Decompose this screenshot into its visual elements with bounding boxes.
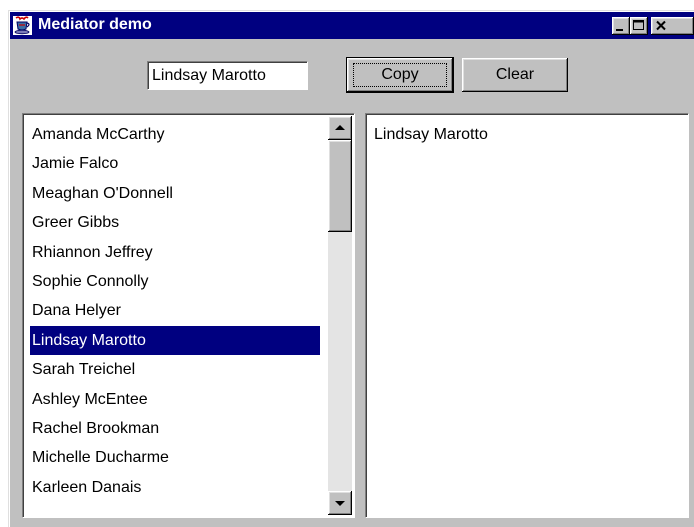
copy-button-label: Copy bbox=[381, 66, 419, 83]
scroll-thumb[interactable] bbox=[328, 140, 352, 232]
list-item[interactable]: Sarah Treichel bbox=[30, 355, 320, 384]
arrow-down-icon bbox=[335, 501, 345, 506]
maximize-button[interactable] bbox=[630, 17, 648, 35]
scroll-down-button[interactable] bbox=[328, 491, 352, 515]
list-item[interactable]: Sophie Connolly bbox=[30, 267, 320, 296]
list-item[interactable]: Michelle Ducharme bbox=[30, 443, 320, 472]
name-list-items: Amanda McCarthy Jamie Falco Meaghan O'Donn… bbox=[30, 120, 320, 502]
clear-button[interactable]: Clear bbox=[462, 58, 568, 92]
clear-button-label: Clear bbox=[495, 66, 535, 83]
close-button[interactable] bbox=[651, 17, 694, 35]
minimize-icon bbox=[616, 29, 623, 31]
name-list[interactable]: Amanda McCarthy Jamie Falco Meaghan O'Donn… bbox=[22, 113, 355, 518]
scroll-up-button[interactable] bbox=[328, 116, 352, 140]
minimize-button[interactable] bbox=[612, 17, 630, 35]
list-item[interactable]: Rachel Brookman bbox=[30, 414, 320, 443]
name-text-field[interactable]: Lindsay Marotto bbox=[147, 61, 308, 90]
list-item[interactable]: Jamie Falco bbox=[30, 149, 320, 178]
list-item[interactable]: Lindsay Marotto bbox=[30, 325, 320, 356]
name-list-scrollbar[interactable] bbox=[328, 116, 352, 515]
list-item[interactable]: Meaghan O'Donnell bbox=[30, 179, 320, 208]
maximize-icon bbox=[633, 20, 644, 30]
list-item[interactable]: Amanda McCarthy bbox=[30, 120, 320, 149]
list-item[interactable]: Karleen Danais bbox=[30, 473, 320, 502]
title-bar[interactable]: Mediator demo bbox=[10, 12, 694, 39]
copy-button[interactable]: Copy bbox=[347, 58, 453, 92]
list-item[interactable]: Lindsay Marotto bbox=[372, 120, 672, 149]
list-item[interactable]: Ashley McEntee bbox=[30, 385, 320, 414]
window-title: Mediator demo bbox=[38, 16, 152, 33]
arrow-up-icon bbox=[335, 125, 345, 130]
copied-names-list[interactable]: Lindsay Marotto bbox=[365, 113, 689, 518]
list-item[interactable]: Greer Gibbs bbox=[30, 208, 320, 237]
list-item[interactable]: Rhiannon Jeffrey bbox=[30, 238, 320, 267]
mediator-demo-window: Mediator demo Lindsay Marotto Copy Clear… bbox=[8, 10, 694, 527]
java-cup-icon[interactable] bbox=[13, 16, 32, 35]
close-icon bbox=[656, 20, 666, 31]
copied-names-items: Lindsay Marotto bbox=[372, 120, 672, 149]
list-item[interactable]: Dana Helyer bbox=[30, 296, 320, 325]
